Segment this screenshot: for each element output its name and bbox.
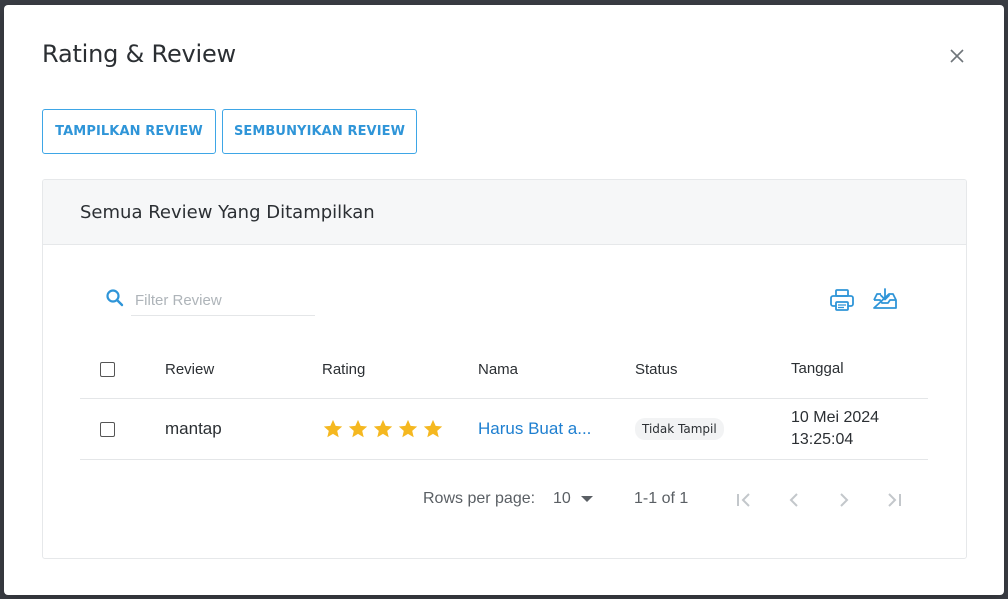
dialog-title: Rating & Review (42, 40, 236, 68)
column-header-nama[interactable]: Nama (478, 340, 518, 398)
rows-per-page-select[interactable]: 10 (553, 490, 593, 508)
table-header-row: Review Rating Nama Status Tanggal (80, 340, 928, 399)
close-button[interactable] (944, 43, 970, 69)
table-row: mantap Harus Buat a... Tidak Tampil 10 M… (80, 399, 928, 460)
first-page-button[interactable] (730, 486, 758, 514)
hide-review-button[interactable]: SEMBUNYIKAN REVIEW (222, 109, 417, 154)
nama-cell: Harus Buat a... (478, 399, 591, 459)
tanggal-cell: 10 Mei 2024 13:25:04 (791, 399, 879, 459)
chevron-right-icon (840, 493, 849, 507)
star-rating (322, 418, 444, 440)
rating-review-dialog: Rating & Review TAMPILKAN REVIEW SEMBUNY… (4, 5, 1004, 595)
select-all-cell (100, 340, 115, 398)
rows-per-page-label: Rows per page: (423, 490, 536, 507)
column-header-status[interactable]: Status (635, 340, 678, 398)
select-all-checkbox[interactable] (100, 361, 115, 377)
close-icon (950, 49, 964, 63)
show-review-button[interactable]: TAMPILKAN REVIEW (42, 109, 216, 154)
review-text: mantap (165, 419, 222, 438)
search-icon (106, 289, 124, 307)
status-badge: Tidak Tampil (635, 418, 724, 440)
column-header-review[interactable]: Review (165, 340, 214, 398)
print-button[interactable] (828, 286, 856, 314)
chevron-left-icon (789, 493, 798, 507)
row-checkbox[interactable] (100, 421, 115, 437)
search-bar (101, 280, 321, 320)
star-icon (348, 419, 368, 438)
review-table: Review Rating Nama Status Tanggal mantap… (80, 340, 928, 460)
caret-down-icon (580, 496, 593, 502)
review-date: 10 Mei 2024 13:25:04 (791, 409, 880, 448)
star-icon (323, 419, 343, 438)
rows-per-page-value: 10 (553, 490, 571, 507)
filter-review-input[interactable] (131, 286, 315, 316)
status-cell: Tidak Tampil (635, 399, 724, 459)
first-page-icon (737, 493, 750, 507)
star-icon (373, 419, 393, 438)
printer-icon (830, 289, 854, 311)
review-card: Semua Review Yang Ditampilkan Filter Rev… (42, 179, 967, 559)
card-title: Semua Review Yang Ditampilkan (80, 202, 375, 223)
page-range: 1-1 of 1 (634, 490, 689, 507)
row-select-cell (100, 399, 115, 459)
previous-page-button[interactable] (780, 486, 808, 514)
column-header-rating[interactable]: Rating (322, 340, 365, 398)
card-header: Semua Review Yang Ditampilkan (43, 180, 966, 245)
column-header-tanggal[interactable]: Tanggal (791, 340, 844, 398)
last-page-icon (888, 493, 901, 507)
last-page-button[interactable] (880, 486, 908, 514)
download-tray-icon (873, 288, 897, 309)
export-button[interactable] (871, 286, 899, 314)
next-page-button[interactable] (830, 486, 858, 514)
reviewer-name-link[interactable]: Harus Buat a... (478, 419, 591, 439)
star-icon (423, 419, 443, 438)
pagination-footer: Rows per page: 10 1-1 of 1 (80, 482, 928, 518)
rating-cell (322, 399, 444, 459)
star-icon (398, 419, 418, 438)
